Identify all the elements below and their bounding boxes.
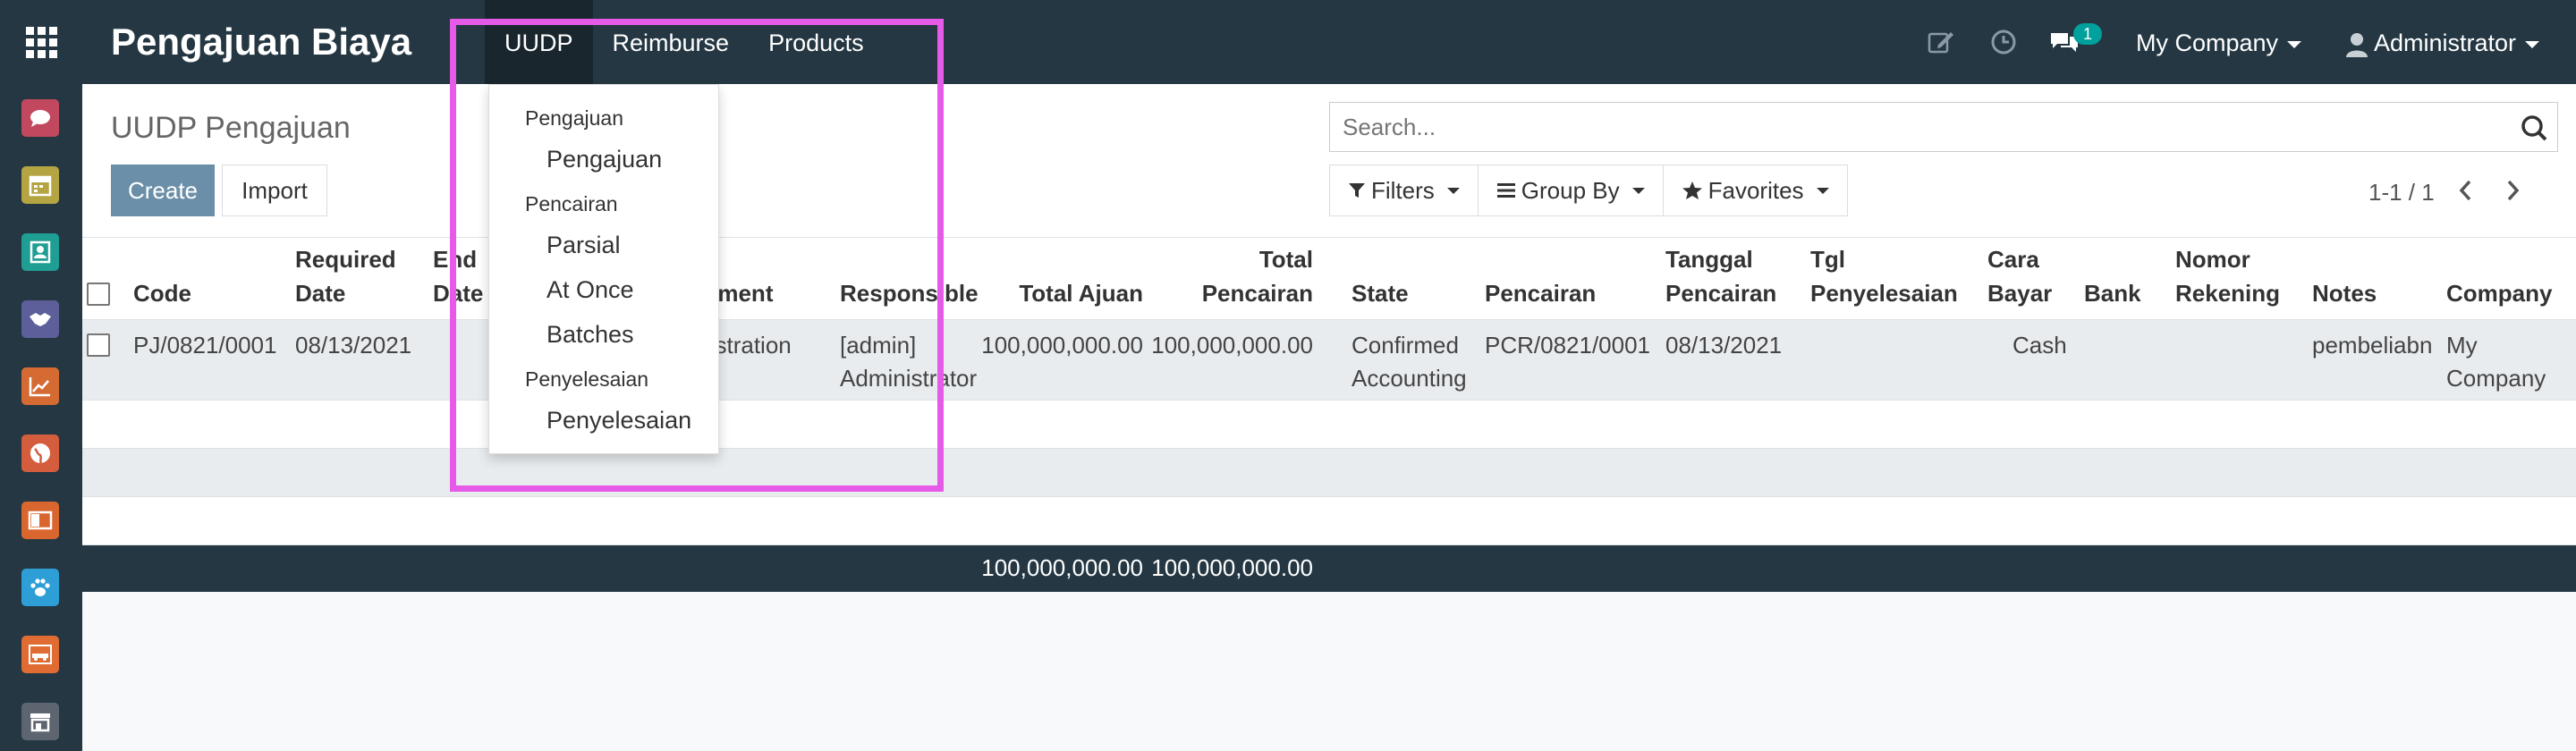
col-label-line: Cara [1987,246,2039,273]
crm-handshake-icon[interactable] [21,300,59,338]
company-switcher[interactable]: My Company [2136,0,2302,84]
search-options: Filters Group By Favorites [1329,165,1848,216]
activity-clock-icon[interactable] [1987,0,2020,84]
cell-required-date: 08/13/2021 [295,332,412,359]
col-label-line: Total [1258,246,1313,273]
col-label-line: Tanggal [1665,246,1753,273]
chevron-down-icon [1816,187,1829,194]
documents-icon[interactable] [21,502,59,539]
list-bars-icon [1496,183,1515,198]
table-row-empty [82,497,2576,545]
col-cara-bayar[interactable]: Cara Bayar [1987,242,2052,310]
paw-icon[interactable] [21,569,59,606]
col-label-line: Pencairan [1201,280,1313,307]
discuss-icon[interactable] [21,99,59,137]
apps-menu-button[interactable] [0,0,82,84]
group-by-label: Group By [1521,176,1620,204]
col-tgl-penyelesaian[interactable]: Tgl Penyelesaian [1810,242,1958,310]
col-tanggal-pencairan[interactable]: Tanggal Pencairan [1665,242,1776,310]
col-label-line: Required [295,246,396,273]
cell-pencairan: PCR/0821/0001 [1485,332,1651,359]
store-icon[interactable] [21,703,59,740]
search-box [1329,102,2558,152]
row-checkbox[interactable] [87,333,110,357]
annotation-highlight-box [450,19,944,492]
col-label-line: Pencairan [1665,280,1777,307]
page-title: UUDP Pengajuan [111,111,351,145]
cell-line: Accounting [1352,365,1467,392]
fleet-icon[interactable] [21,636,59,673]
chevron-down-icon [2287,40,2302,48]
select-all-checkbox[interactable] [87,283,110,306]
search-input[interactable] [1330,103,2493,151]
col-label-line: Rekening [2175,280,2281,307]
star-icon [1682,181,1702,199]
user-name: Administrator [2374,30,2517,56]
group-by-button[interactable]: Group By [1477,165,1664,216]
col-label-line: Nomor [2175,246,2250,273]
calendar-icon[interactable] [21,166,59,204]
cell-state: Confirmed Accounting [1352,329,1467,395]
pager-next-icon[interactable] [2504,177,2522,211]
chevron-down-icon [1631,187,1645,194]
app-title: Pengajuan Biaya [111,21,412,63]
cell-code: PJ/0821/0001 [133,332,277,359]
col-total-pencairan[interactable]: Total Pencairan [1147,242,1313,310]
filters-label: Filters [1371,176,1435,204]
search-icon[interactable] [2520,114,2548,142]
contacts-icon[interactable] [21,233,59,271]
sales-chart-icon[interactable] [21,367,59,405]
filter-funnel-icon [1349,183,1365,198]
user-menu[interactable]: Administrator [2345,0,2540,84]
cell-cara-bayar: Cash [2012,332,2067,359]
col-nomor-rekening[interactable]: Nomor Rekening [2175,242,2280,310]
chevron-down-icon [2525,40,2540,48]
col-company[interactable]: Company [2446,276,2552,310]
col-label-line: Tgl [1810,246,1845,273]
col-code[interactable]: Code [133,276,191,310]
col-required-date[interactable]: Required Date [295,242,396,310]
messages-icon[interactable] [2048,0,2080,84]
app-sidebar [0,84,82,751]
filters-button[interactable]: Filters [1329,165,1479,216]
company-name: My Company [2136,30,2279,56]
apps-grid-icon [25,26,57,58]
col-bank[interactable]: Bank [2084,276,2141,310]
create-button[interactable]: Create [111,165,215,216]
cell-line: My [2446,332,2478,359]
footer-total-ajuan: 100,000,000.00 [981,554,1143,581]
cell-company: My Company [2446,329,2546,395]
col-label-line: Bayar [1987,280,2053,307]
chevron-down-icon [1446,187,1460,194]
col-pencairan[interactable]: Pencairan [1485,276,1596,310]
col-label-line: Date [295,280,346,307]
cell-notes: pembeliabn [2312,332,2433,359]
col-total-ajuan[interactable]: Total Ajuan [977,276,1143,310]
table-footer-totals: 100,000,000.00 100,000,000.00 [82,545,2576,592]
cell-total-ajuan: 100,000,000.00 [981,332,1143,359]
favorites-label: Favorites [1707,176,1804,204]
website-globe-icon[interactable] [21,435,59,472]
cell-line: Confirmed [1352,332,1459,359]
user-avatar-icon [2346,32,2368,57]
messages-count-badge: 1 [2073,23,2102,45]
col-label-line: Penyelesaian [1810,280,1958,307]
favorites-button[interactable]: Favorites [1662,165,1848,216]
col-notes[interactable]: Notes [2312,276,2377,310]
top-navbar: Pengajuan Biaya UUDP Reimburse Products … [0,0,2576,84]
cell-tanggal-pencairan: 08/13/2021 [1665,332,1783,359]
col-state[interactable]: State [1352,276,1409,310]
cell-line: Company [2446,365,2546,392]
footer-total-pencairan: 100,000,000.00 [1151,554,1313,581]
import-button[interactable]: Import [222,165,327,216]
edit-note-icon[interactable] [1925,0,1957,84]
pager-previous-icon[interactable] [2456,177,2474,211]
cell-total-pencairan: 100,000,000.00 [1151,332,1313,359]
pager-value[interactable]: 1-1 / 1 [2368,179,2435,207]
